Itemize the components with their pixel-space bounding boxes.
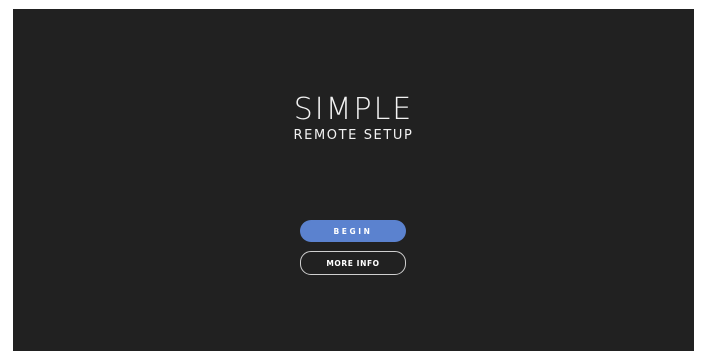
app-subtitle: REMOTE SETUP xyxy=(293,128,414,143)
more-info-button[interactable]: MORE INFO xyxy=(300,251,406,275)
begin-button[interactable]: BEGIN xyxy=(300,220,406,242)
app-title: SIMPLE xyxy=(293,92,414,127)
setup-screen: SIMPLE REMOTE SETUP BEGIN MORE INFO xyxy=(13,9,694,351)
title-block: SIMPLE REMOTE SETUP xyxy=(13,93,694,144)
